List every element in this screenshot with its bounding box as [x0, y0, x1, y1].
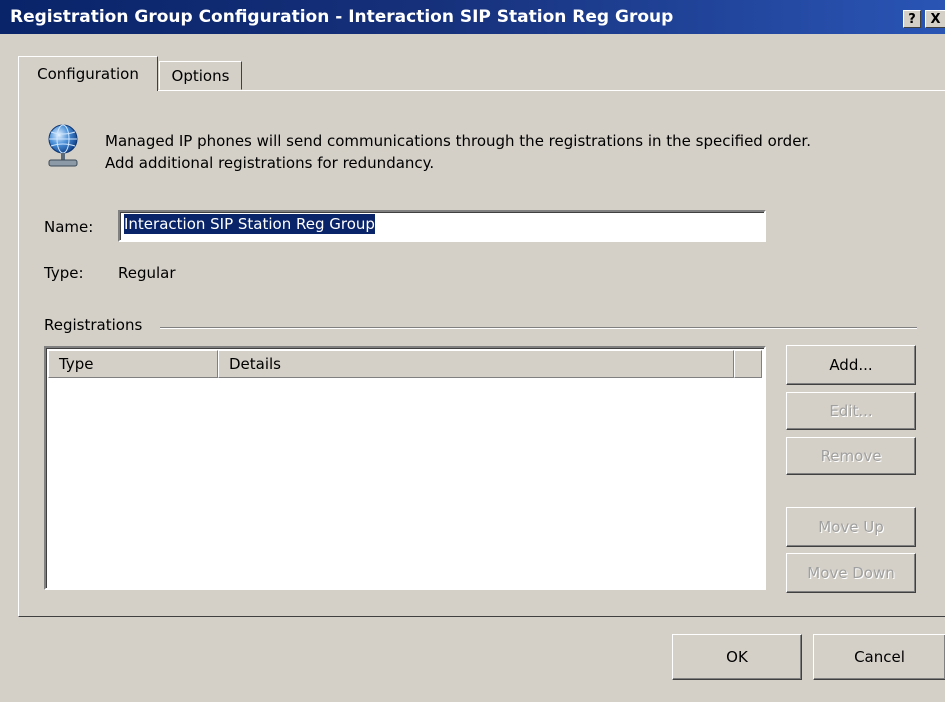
- info-line-1: Managed IP phones will send communicatio…: [105, 132, 811, 150]
- info-text: Managed IP phones will send communicatio…: [105, 130, 905, 174]
- name-field-value: Interaction SIP Station Reg Group: [124, 214, 375, 234]
- name-label: Name:: [44, 218, 94, 236]
- tab-configuration[interactable]: Configuration: [18, 56, 158, 91]
- close-button[interactable]: X: [925, 10, 945, 28]
- move-down-button[interactable]: Move Down: [786, 553, 916, 593]
- tab-options[interactable]: Options: [159, 61, 242, 90]
- type-label: Type:: [44, 264, 84, 282]
- cancel-button[interactable]: Cancel: [813, 634, 945, 680]
- registrations-group-divider: [160, 327, 917, 329]
- column-header-filler: [734, 350, 762, 378]
- type-value: Regular: [118, 264, 176, 282]
- info-line-2: Add additional registrations for redunda…: [105, 154, 435, 172]
- ok-button[interactable]: OK: [672, 634, 802, 680]
- globe-network-icon: [48, 124, 78, 167]
- window-title: Registration Group Configuration - Inter…: [10, 7, 674, 27]
- registrations-list-header: Type Details: [48, 350, 762, 378]
- column-header-type[interactable]: Type: [48, 350, 218, 378]
- name-field[interactable]: Interaction SIP Station Reg Group: [118, 210, 766, 242]
- registrations-list[interactable]: Type Details: [44, 346, 766, 590]
- move-up-button[interactable]: Move Up: [786, 507, 916, 547]
- tab-options-label: Options: [171, 66, 230, 85]
- add-button[interactable]: Add...: [786, 345, 916, 385]
- registration-group-dialog: Registration Group Configuration - Inter…: [0, 0, 945, 702]
- help-button[interactable]: ?: [903, 10, 921, 28]
- edit-button[interactable]: Edit...: [786, 392, 916, 430]
- tab-configuration-label: Configuration: [37, 65, 139, 83]
- column-header-details[interactable]: Details: [218, 350, 734, 378]
- remove-button[interactable]: Remove: [786, 437, 916, 475]
- registrations-group-label: Registrations: [44, 316, 151, 334]
- title-bar[interactable]: Registration Group Configuration - Inter…: [0, 0, 945, 34]
